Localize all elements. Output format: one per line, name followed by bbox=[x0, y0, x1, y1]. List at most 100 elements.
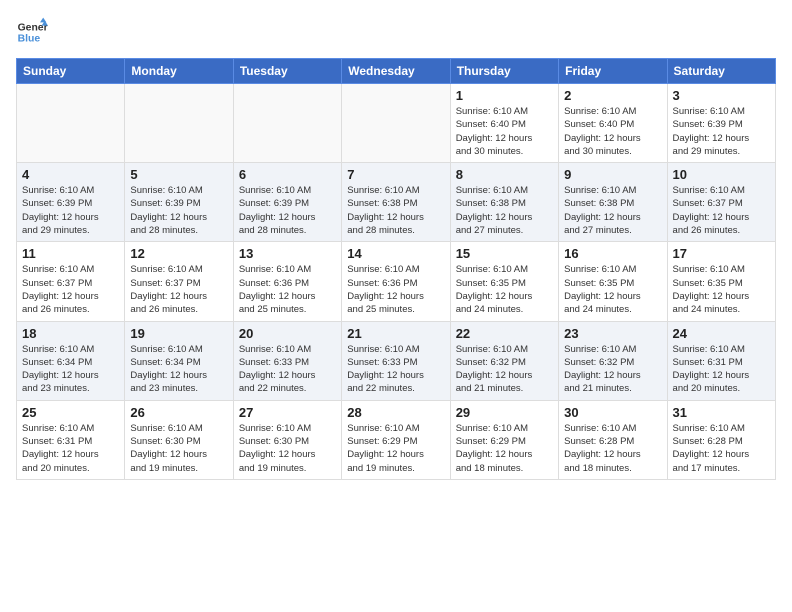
calendar-day-cell: 24 Sunrise: 6:10 AM Sunset: 6:31 PM Dayli… bbox=[667, 321, 775, 400]
day-number: 12 bbox=[130, 246, 227, 261]
calendar-day-cell: 21 Sunrise: 6:10 AM Sunset: 6:33 PM Dayli… bbox=[342, 321, 450, 400]
column-header-tuesday: Tuesday bbox=[233, 59, 341, 84]
day-detail-text: Sunrise: 6:10 AM Sunset: 6:34 PM Dayligh… bbox=[22, 343, 119, 396]
calendar-day-cell: 20Sunrise: 6:10 AM Sunset: 6:33 PM Dayli… bbox=[233, 321, 341, 400]
calendar-day-cell: 6 Sunrise: 6:10 AM Sunset: 6:39 PM Daylig… bbox=[233, 163, 341, 242]
day-number: 14 bbox=[347, 246, 444, 261]
svg-text:Blue: Blue bbox=[18, 34, 41, 45]
calendar-header-row: SundayMondayTuesdayWednesdayThursdayFrid… bbox=[17, 59, 776, 84]
calendar-day-cell: 7 Sunrise: 6:10 AM Sunset: 6:38 PM Daylig… bbox=[342, 163, 450, 242]
day-number: 15 bbox=[456, 246, 553, 261]
calendar-day-cell: 25 Sunrise: 6:10 AM Sunset: 6:31 PM Dayli… bbox=[17, 400, 125, 479]
day-number: 6 bbox=[239, 167, 336, 182]
day-detail-text: Sunrise: 6:10 AM Sunset: 6:28 PM Dayligh… bbox=[673, 422, 770, 475]
calendar-day-cell: 14 Sunrise: 6:10 AM Sunset: 6:36 PM Dayli… bbox=[342, 242, 450, 321]
day-number: 30 bbox=[564, 405, 661, 420]
day-detail-text: Sunrise: 6:10 AM Sunset: 6:35 PM Dayligh… bbox=[456, 263, 553, 316]
calendar-day-cell: 10 Sunrise: 6:10 AM Sunset: 6:37 PM Dayli… bbox=[667, 163, 775, 242]
day-detail-text: Sunrise: 6:10 AM Sunset: 6:30 PM Dayligh… bbox=[130, 422, 227, 475]
day-detail-text: Sunrise: 6:10 AM Sunset: 6:37 PM Dayligh… bbox=[130, 263, 227, 316]
calendar-week-row: 4Sunrise: 6:10 AM Sunset: 6:39 PM Daylig… bbox=[17, 163, 776, 242]
day-detail-text: Sunrise: 6:10 AM Sunset: 6:31 PM Dayligh… bbox=[673, 343, 770, 396]
calendar-week-row: 11 Sunrise: 6:10 AM Sunset: 6:37 PM Dayli… bbox=[17, 242, 776, 321]
day-number: 7 bbox=[347, 167, 444, 182]
day-number: 28 bbox=[347, 405, 444, 420]
day-detail-text: Sunrise: 6:10 AM Sunset: 6:38 PM Dayligh… bbox=[564, 184, 661, 237]
day-number: 18 bbox=[22, 326, 119, 341]
day-number: 25 bbox=[22, 405, 119, 420]
day-number: 5 bbox=[130, 167, 227, 182]
day-detail-text: Sunrise: 6:10 AM Sunset: 6:29 PM Dayligh… bbox=[347, 422, 444, 475]
calendar-day-cell: 28 Sunrise: 6:10 AM Sunset: 6:29 PM Dayli… bbox=[342, 400, 450, 479]
day-detail-text: Sunrise: 6:10 AM Sunset: 6:31 PM Dayligh… bbox=[22, 422, 119, 475]
column-header-monday: Monday bbox=[125, 59, 233, 84]
calendar-day-cell: 27 Sunrise: 6:10 AM Sunset: 6:30 PM Dayli… bbox=[233, 400, 341, 479]
calendar-day-cell: 30 Sunrise: 6:10 AM Sunset: 6:28 PM Dayli… bbox=[559, 400, 667, 479]
calendar-day-cell: 23 Sunrise: 6:10 AM Sunset: 6:32 PM Dayli… bbox=[559, 321, 667, 400]
day-detail-text: Sunrise: 6:10 AM Sunset: 6:35 PM Dayligh… bbox=[673, 263, 770, 316]
calendar-week-row: 25 Sunrise: 6:10 AM Sunset: 6:31 PM Dayli… bbox=[17, 400, 776, 479]
day-number: 8 bbox=[456, 167, 553, 182]
calendar-day-cell: 31 Sunrise: 6:10 AM Sunset: 6:28 PM Dayli… bbox=[667, 400, 775, 479]
day-detail-text: Sunrise: 6:10 AM Sunset: 6:39 PM Dayligh… bbox=[130, 184, 227, 237]
day-number: 19 bbox=[130, 326, 227, 341]
header: General Blue bbox=[16, 16, 776, 48]
day-number: 22 bbox=[456, 326, 553, 341]
day-detail-text: Sunrise: 6:10 AM Sunset: 6:37 PM Dayligh… bbox=[673, 184, 770, 237]
logo-icon: General Blue bbox=[16, 16, 48, 48]
calendar-day-cell: 16Sunrise: 6:10 AM Sunset: 6:35 PM Dayli… bbox=[559, 242, 667, 321]
day-number: 20 bbox=[239, 326, 336, 341]
calendar-week-row: 18 Sunrise: 6:10 AM Sunset: 6:34 PM Dayli… bbox=[17, 321, 776, 400]
column-header-thursday: Thursday bbox=[450, 59, 558, 84]
day-number: 11 bbox=[22, 246, 119, 261]
day-number: 26 bbox=[130, 405, 227, 420]
day-number: 24 bbox=[673, 326, 770, 341]
day-detail-text: Sunrise: 6:10 AM Sunset: 6:35 PM Dayligh… bbox=[564, 263, 661, 316]
calendar-day-cell: 13Sunrise: 6:10 AM Sunset: 6:36 PM Dayli… bbox=[233, 242, 341, 321]
calendar-day-cell: 15 Sunrise: 6:10 AM Sunset: 6:35 PM Dayli… bbox=[450, 242, 558, 321]
day-number: 1 bbox=[456, 88, 553, 103]
day-number: 3 bbox=[673, 88, 770, 103]
day-detail-text: Sunrise: 6:10 AM Sunset: 6:36 PM Dayligh… bbox=[347, 263, 444, 316]
day-number: 31 bbox=[673, 405, 770, 420]
calendar-week-row: 1 Sunrise: 6:10 AM Sunset: 6:40 PM Daylig… bbox=[17, 84, 776, 163]
empty-day-cell bbox=[233, 84, 341, 163]
calendar-day-cell: 11 Sunrise: 6:10 AM Sunset: 6:37 PM Dayli… bbox=[17, 242, 125, 321]
day-detail-text: Sunrise: 6:10 AM Sunset: 6:39 PM Dayligh… bbox=[22, 184, 119, 237]
day-detail-text: Sunrise: 6:10 AM Sunset: 6:34 PM Dayligh… bbox=[130, 343, 227, 396]
day-detail-text: Sunrise: 6:10 AM Sunset: 6:32 PM Dayligh… bbox=[456, 343, 553, 396]
calendar-day-cell: 1 Sunrise: 6:10 AM Sunset: 6:40 PM Daylig… bbox=[450, 84, 558, 163]
day-detail-text: Sunrise: 6:10 AM Sunset: 6:38 PM Dayligh… bbox=[456, 184, 553, 237]
day-detail-text: Sunrise: 6:10 AM Sunset: 6:30 PM Dayligh… bbox=[239, 422, 336, 475]
day-detail-text: Sunrise: 6:10 AM Sunset: 6:37 PM Dayligh… bbox=[22, 263, 119, 316]
calendar-day-cell: 5 Sunrise: 6:10 AM Sunset: 6:39 PM Daylig… bbox=[125, 163, 233, 242]
day-detail-text: Sunrise: 6:10 AM Sunset: 6:33 PM Dayligh… bbox=[347, 343, 444, 396]
calendar-day-cell: 22 Sunrise: 6:10 AM Sunset: 6:32 PM Dayli… bbox=[450, 321, 558, 400]
day-detail-text: Sunrise: 6:10 AM Sunset: 6:32 PM Dayligh… bbox=[564, 343, 661, 396]
empty-day-cell bbox=[125, 84, 233, 163]
day-number: 21 bbox=[347, 326, 444, 341]
day-detail-text: Sunrise: 6:10 AM Sunset: 6:40 PM Dayligh… bbox=[456, 105, 553, 158]
column-header-wednesday: Wednesday bbox=[342, 59, 450, 84]
day-number: 23 bbox=[564, 326, 661, 341]
calendar-day-cell: 17 Sunrise: 6:10 AM Sunset: 6:35 PM Dayli… bbox=[667, 242, 775, 321]
day-number: 27 bbox=[239, 405, 336, 420]
calendar-day-cell: 12 Sunrise: 6:10 AM Sunset: 6:37 PM Dayli… bbox=[125, 242, 233, 321]
calendar-day-cell: 26 Sunrise: 6:10 AM Sunset: 6:30 PM Dayli… bbox=[125, 400, 233, 479]
column-header-sunday: Sunday bbox=[17, 59, 125, 84]
day-number: 2 bbox=[564, 88, 661, 103]
day-detail-text: Sunrise: 6:10 AM Sunset: 6:29 PM Dayligh… bbox=[456, 422, 553, 475]
calendar-day-cell: 3Sunrise: 6:10 AM Sunset: 6:39 PM Daylig… bbox=[667, 84, 775, 163]
calendar-day-cell: 29 Sunrise: 6:10 AM Sunset: 6:29 PM Dayli… bbox=[450, 400, 558, 479]
day-number: 9 bbox=[564, 167, 661, 182]
day-detail-text: Sunrise: 6:10 AM Sunset: 6:39 PM Dayligh… bbox=[239, 184, 336, 237]
day-number: 10 bbox=[673, 167, 770, 182]
calendar-day-cell: 19 Sunrise: 6:10 AM Sunset: 6:34 PM Dayli… bbox=[125, 321, 233, 400]
logo: General Blue bbox=[16, 16, 48, 48]
day-number: 17 bbox=[673, 246, 770, 261]
day-detail-text: Sunrise: 6:10 AM Sunset: 6:28 PM Dayligh… bbox=[564, 422, 661, 475]
day-number: 13 bbox=[239, 246, 336, 261]
day-detail-text: Sunrise: 6:10 AM Sunset: 6:38 PM Dayligh… bbox=[347, 184, 444, 237]
calendar-day-cell: 4Sunrise: 6:10 AM Sunset: 6:39 PM Daylig… bbox=[17, 163, 125, 242]
day-number: 29 bbox=[456, 405, 553, 420]
